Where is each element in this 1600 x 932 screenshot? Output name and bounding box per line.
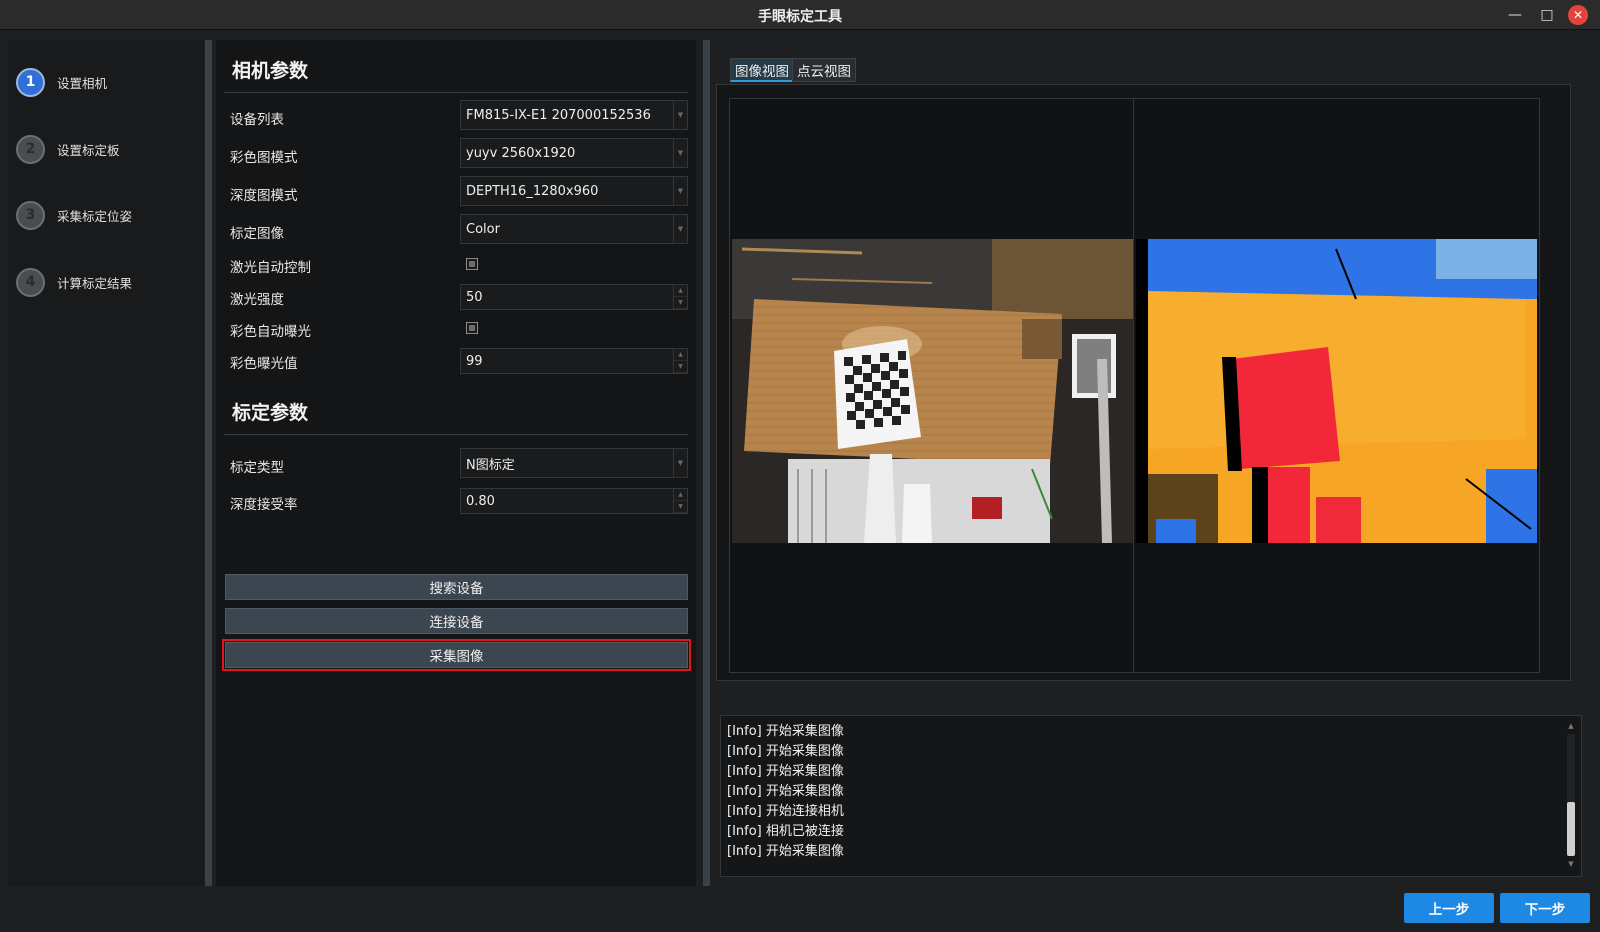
laser-auto-label: 激光自动控制 [230, 260, 311, 276]
color-mode-label: 彩色图模式 [230, 150, 298, 166]
calib-image-label: 标定图像 [230, 226, 284, 242]
color-exposure-spinbox[interactable]: 99 ▲ ▼ [460, 348, 688, 374]
section-divider [224, 92, 688, 93]
step-number-badge: 2 [16, 134, 45, 164]
step-label: 设置标定板 [57, 142, 120, 158]
log-panel[interactable]: [Info] 开始采集图像 [Info] 开始采集图像 [Info] 开始采集图… [720, 715, 1582, 877]
capture-image-button[interactable]: 采集图像 [222, 639, 691, 671]
step-number-badge: 3 [16, 200, 45, 230]
chevron-down-icon: ▼ [673, 215, 687, 243]
calib-type-label: 标定类型 [230, 460, 284, 476]
color-mode-value: yuyv 2560x1920 [466, 145, 576, 161]
step-set-camera[interactable]: 1 设置相机 [16, 62, 196, 102]
color-image-pane [729, 98, 1136, 673]
log-line: [Info] 开始采集图像 [727, 784, 844, 799]
log-line: [Info] 相机已被连接 [727, 824, 844, 839]
connect-device-button[interactable]: 连接设备 [225, 608, 688, 634]
calib-type-select[interactable]: N图标定 ▼ [460, 448, 688, 478]
calib-params-title: 标定参数 [232, 402, 309, 424]
chevron-up-icon[interactable]: ▲ [1565, 722, 1577, 732]
chevron-down-icon: ▼ [673, 449, 687, 477]
scrollbar-track[interactable] [1567, 734, 1575, 856]
camera-params-title: 相机参数 [232, 60, 309, 82]
log-line: [Info] 开始采集图像 [727, 764, 844, 779]
chevron-up-icon[interactable]: ▲ [674, 349, 687, 361]
depth-mode-label: 深度图模式 [230, 188, 298, 204]
color-exposure-value: 99 [466, 353, 483, 369]
device-list-value: FM815-IX-E1 207000152536 [466, 107, 651, 123]
step-label: 计算标定结果 [57, 275, 133, 291]
depth-accept-label: 深度接受率 [230, 497, 298, 513]
tab-point-cloud-view[interactable]: 点云视图 [792, 58, 856, 82]
color-exposure-label: 彩色曝光值 [230, 356, 298, 372]
right-splitter[interactable] [703, 40, 710, 886]
calib-type-value: N图标定 [466, 457, 515, 473]
view-frame [716, 84, 1571, 681]
left-splitter[interactable] [205, 40, 212, 886]
search-device-button[interactable]: 搜索设备 [225, 574, 688, 600]
minimize-icon[interactable]: — [1504, 4, 1526, 26]
depth-mode-select[interactable]: DEPTH16_1280x960 ▼ [460, 176, 688, 206]
laser-strength-value: 50 [466, 289, 483, 305]
chevron-down-icon[interactable]: ▼ [674, 361, 687, 373]
log-scrollbar[interactable]: ▲ ▼ [1565, 722, 1577, 870]
laser-strength-label: 激光强度 [230, 292, 284, 308]
device-list-select[interactable]: FM815-IX-E1 207000152536 ▼ [460, 100, 688, 130]
laser-auto-checkbox[interactable] [466, 258, 478, 270]
chevron-down-icon[interactable]: ▼ [674, 297, 687, 309]
chevron-down-icon: ▼ [673, 139, 687, 167]
step-capture-poses[interactable]: 3 采集标定位姿 [16, 195, 196, 235]
chevron-down-icon[interactable]: ▼ [1565, 860, 1577, 870]
window-title: 手眼标定工具 [758, 9, 842, 25]
spin-arrows[interactable]: ▲ ▼ [673, 349, 687, 373]
depth-accept-spinbox[interactable]: 0.80 ▲ ▼ [460, 488, 688, 514]
depth-accept-value: 0.80 [466, 493, 495, 509]
step-label: 采集标定位姿 [57, 208, 133, 224]
depth-mode-value: DEPTH16_1280x960 [466, 183, 599, 199]
close-icon[interactable]: ✕ [1568, 5, 1588, 25]
spin-arrows[interactable]: ▲ ▼ [673, 285, 687, 309]
title-bar: 手眼标定工具 — □ ✕ [0, 0, 1600, 30]
section-divider [224, 434, 688, 435]
viewer-panel: 图像视图 点云视图 [716, 40, 1586, 700]
log-line: [Info] 开始采集图像 [727, 744, 844, 759]
color-auto-exposure-checkbox[interactable] [466, 322, 478, 334]
color-auto-exposure-label: 彩色自动曝光 [230, 324, 311, 340]
log-line: [Info] 开始采集图像 [727, 844, 844, 859]
chevron-down-icon: ▼ [673, 101, 687, 129]
next-step-button[interactable]: 下一步 [1500, 893, 1590, 923]
chevron-down-icon: ▼ [673, 177, 687, 205]
calib-image-value: Color [466, 221, 500, 237]
chevron-up-icon[interactable]: ▲ [674, 285, 687, 297]
steps-panel: 1 设置相机 2 设置标定板 3 采集标定位姿 4 计算标定结果 [8, 40, 204, 886]
chevron-up-icon[interactable]: ▲ [674, 489, 687, 501]
depth-image-pane [1133, 98, 1540, 673]
prev-step-button[interactable]: 上一步 [1404, 893, 1494, 923]
step-compute-result[interactable]: 4 计算标定结果 [16, 262, 196, 302]
params-panel: 相机参数 设备列表 FM815-IX-E1 207000152536 ▼ 彩色图… [216, 40, 696, 886]
step-number-badge: 1 [16, 67, 45, 97]
maximize-icon[interactable]: □ [1536, 4, 1558, 26]
calib-image-select[interactable]: Color ▼ [460, 214, 688, 244]
tab-image-view[interactable]: 图像视图 [730, 58, 794, 82]
depth-image [1136, 239, 1537, 543]
scrollbar-thumb[interactable] [1567, 802, 1575, 856]
step-number-badge: 4 [16, 267, 45, 297]
spin-arrows[interactable]: ▲ ▼ [673, 489, 687, 513]
color-image [732, 239, 1133, 543]
step-set-board[interactable]: 2 设置标定板 [16, 129, 196, 169]
log-line: [Info] 开始采集图像 [727, 724, 844, 739]
laser-strength-spinbox[interactable]: 50 ▲ ▼ [460, 284, 688, 310]
log-line: [Info] 开始连接相机 [727, 804, 844, 819]
color-mode-select[interactable]: yuyv 2560x1920 ▼ [460, 138, 688, 168]
chevron-down-icon[interactable]: ▼ [674, 501, 687, 513]
step-label: 设置相机 [57, 75, 108, 91]
device-list-label: 设备列表 [230, 112, 284, 128]
